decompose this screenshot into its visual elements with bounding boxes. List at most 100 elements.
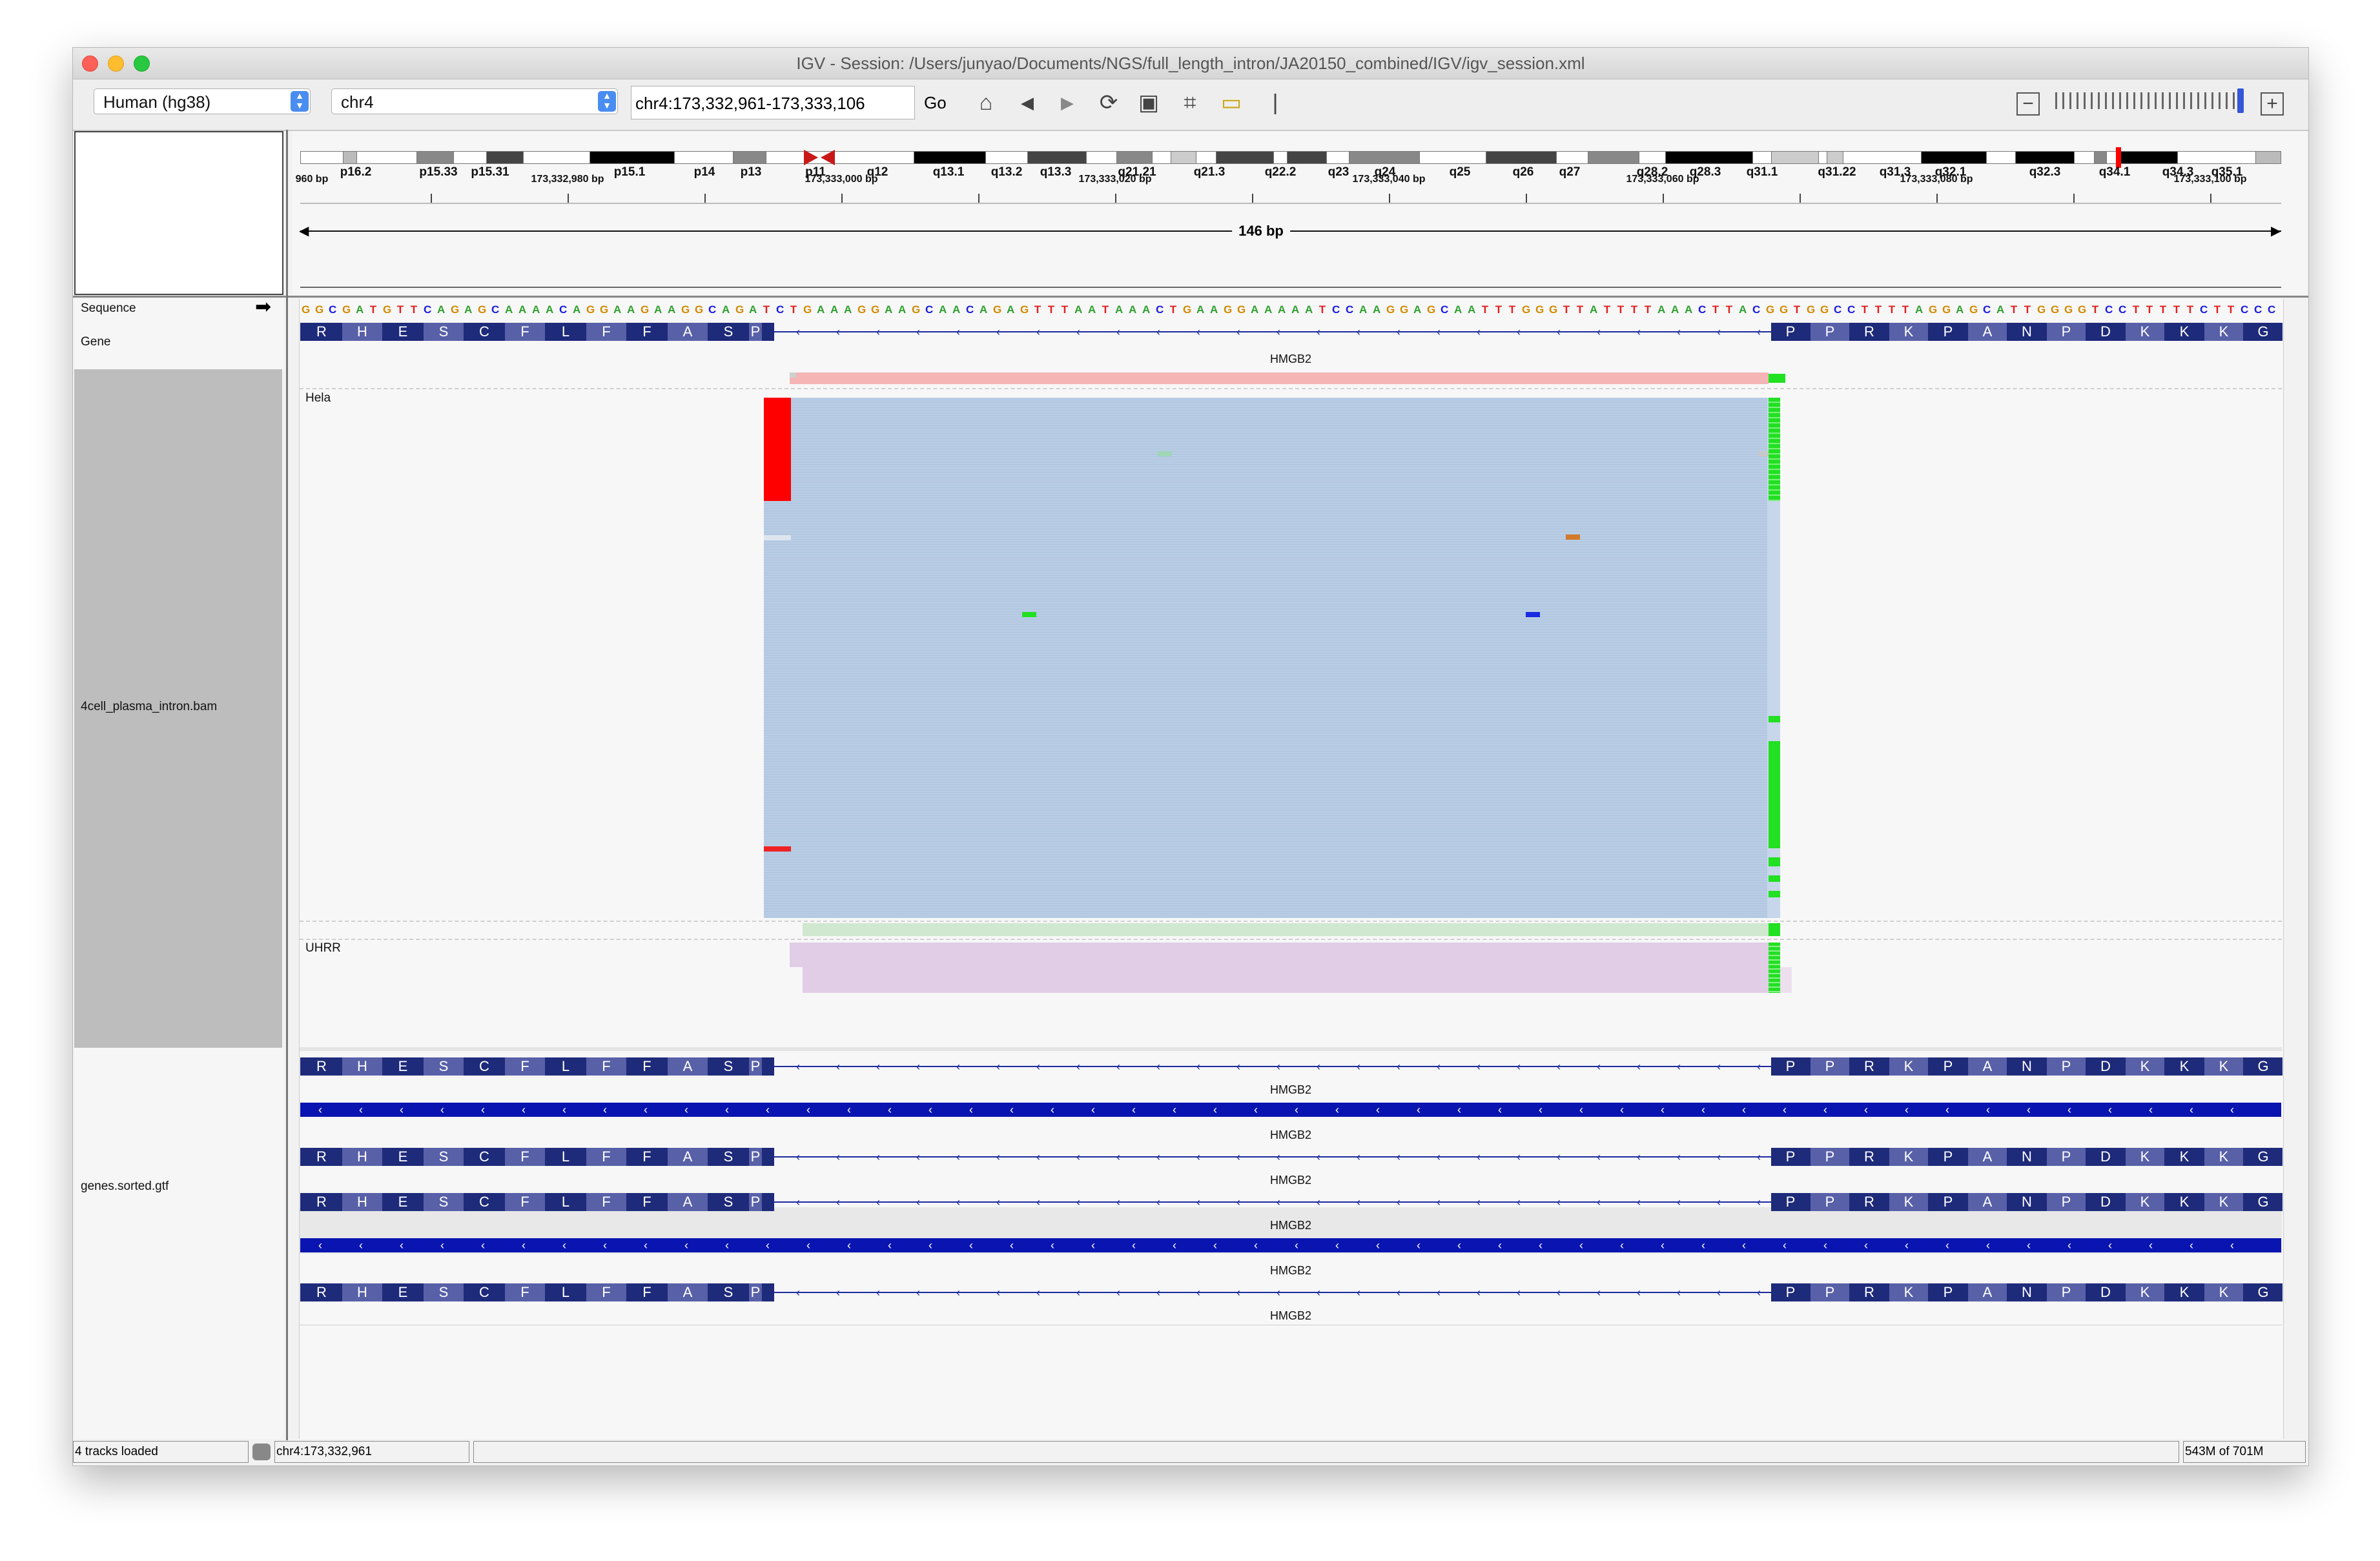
sequence-track-name[interactable]: Sequence: [81, 301, 136, 316]
base-T: T: [2091, 303, 2099, 316]
strand-chevron-icon: ‹: [1477, 1196, 1481, 1209]
strand-chevron-icon: ‹: [888, 1239, 892, 1252]
forward-icon[interactable]: ▶: [1052, 87, 1083, 118]
amino-acid: H: [342, 1057, 382, 1076]
band-label: p16.2: [340, 165, 372, 179]
strand-chevron-icon: ‹: [1437, 1196, 1441, 1209]
amino-acid: R: [302, 1148, 342, 1166]
strand-chevron-icon: ‹: [1498, 1239, 1502, 1252]
chromosome-value: chr4: [341, 92, 374, 112]
hela-right-mismatch-3: [1769, 741, 1780, 848]
strand-chevron-icon: ‹: [1236, 1060, 1240, 1073]
base-A: A: [437, 303, 446, 316]
zoom-tick: [2098, 92, 2100, 109]
strand-chevron-icon: ‹: [1236, 325, 1240, 338]
gene-intron: [774, 1292, 1771, 1293]
strand-chevron-icon: ‹: [1757, 1060, 1761, 1073]
base-A: A: [546, 303, 554, 316]
amino-acid: F: [586, 1283, 626, 1301]
ruler-tick-label: 173,333,100 bp: [2173, 174, 2247, 185]
amino-acid: P: [1771, 1193, 1810, 1211]
zoom-out-icon[interactable]: −: [2016, 92, 2040, 116]
base-C: C: [1346, 303, 1354, 316]
hela-coverage-mismatch: [1769, 374, 1785, 383]
strand-chevron-icon: ‹: [1597, 1286, 1601, 1299]
amino-acid: C: [464, 1193, 504, 1211]
header-name-panel: [74, 131, 283, 295]
strand-chevron-icon: ‹: [836, 1150, 840, 1163]
base-C: C: [2241, 303, 2249, 316]
hela-right-mismatch-5: [1769, 875, 1780, 882]
base-T: T: [2010, 303, 2018, 316]
base-T: T: [1563, 303, 1570, 316]
gene-name-label: HMGB2: [1269, 1174, 1312, 1187]
refresh-icon[interactable]: ⟳: [1093, 87, 1124, 118]
strand-chevron-icon: ‹: [1397, 1286, 1400, 1299]
chromosome-band: [1287, 151, 1327, 164]
zoom-slider[interactable]: [2055, 79, 2288, 125]
genome-select[interactable]: Human (hg38) ▲ ▼: [94, 88, 311, 114]
base-A: A: [898, 303, 907, 316]
strand-chevron-icon: ‹: [1317, 1196, 1320, 1209]
strand-chevron-icon: ‹: [836, 1286, 840, 1299]
strand-chevron-icon: ‹: [1717, 1060, 1721, 1073]
strand-chevron-icon: ‹: [1864, 1103, 1868, 1116]
band-label: q13.1: [932, 165, 965, 179]
amino-acid: K: [2126, 1057, 2164, 1076]
chromosome-band: [1588, 151, 1639, 164]
base-T: T: [2159, 303, 2167, 316]
strand-chevron-icon: ‹: [956, 1150, 960, 1163]
strand-chevron-icon: ‹: [1036, 1196, 1040, 1209]
gene-track-name[interactable]: Gene: [81, 335, 110, 349]
gene-exon[interactable]: [300, 1238, 2281, 1252]
zoom-tick: [2226, 92, 2228, 109]
zoom-thumb[interactable]: [2237, 88, 2244, 113]
locus-input[interactable]: chr4:173,332,961-173,333,106: [631, 86, 915, 119]
zoom-tick: [2062, 92, 2064, 109]
strand-chevron-icon: ‹: [916, 325, 920, 338]
gene-exon[interactable]: [300, 1103, 2281, 1117]
base-A: A: [1739, 303, 1747, 316]
strand-chevron-icon: ‹: [796, 1060, 800, 1073]
status-message: [473, 1441, 2179, 1463]
amino-acid: P: [1771, 323, 1810, 341]
chromosome-select[interactable]: chr4 ▲ ▼: [331, 88, 618, 114]
strand-chevron-icon: ‹: [1236, 1286, 1240, 1299]
base-A: A: [1590, 303, 1598, 316]
home-icon[interactable]: ⌂: [970, 87, 1001, 118]
strand-chevron-icon: ‹: [1557, 1150, 1561, 1163]
base-T: T: [1712, 303, 1719, 316]
resize-to-window-icon[interactable]: ▣: [1133, 87, 1164, 118]
strand-chevron-icon: ‹: [1277, 1286, 1280, 1299]
back-icon[interactable]: ◀: [1012, 87, 1043, 118]
gtf-track-name[interactable]: genes.sorted.gtf: [81, 1179, 169, 1194]
base-G: G: [1427, 303, 1436, 316]
base-G: G: [1820, 303, 1829, 316]
base-A: A: [532, 303, 540, 316]
zoom-in-icon[interactable]: +: [2261, 92, 2284, 116]
popup-text-icon[interactable]: ▭: [1216, 87, 1247, 118]
strand-chevron-icon: ‹: [1051, 1103, 1054, 1116]
strand-chevron-icon: ‹: [1357, 325, 1360, 338]
strand-arrow-icon[interactable]: ➡: [255, 296, 271, 318]
status-memory: 543M of 701M: [2183, 1441, 2306, 1463]
base-C: C: [776, 303, 785, 316]
gene-intron: [774, 331, 1771, 332]
chromosome-band: [1665, 151, 1753, 164]
zoom-tick: [2126, 92, 2128, 109]
select-region-icon[interactable]: ⌗: [1175, 87, 1205, 118]
uhrr-reads-1[interactable]: [790, 943, 1769, 967]
hela-reads[interactable]: [764, 398, 1780, 918]
bam-track-name[interactable]: 4cell_plasma_intron.bam: [81, 700, 217, 714]
go-button[interactable]: Go: [924, 86, 947, 119]
base-T: T: [1603, 303, 1611, 316]
uhrr-reads-2[interactable]: [803, 967, 1781, 993]
strand-chevron-icon: ‹: [1173, 1239, 1176, 1252]
amino-acid: F: [627, 1283, 667, 1301]
hela-read-faint: [764, 535, 791, 540]
centromere-marker: [821, 150, 835, 165]
base-G: G: [1535, 303, 1544, 316]
chromosome-band: [1116, 151, 1153, 164]
amino-acid: C: [464, 323, 504, 341]
strand-chevron-icon: ‹: [916, 1060, 920, 1073]
